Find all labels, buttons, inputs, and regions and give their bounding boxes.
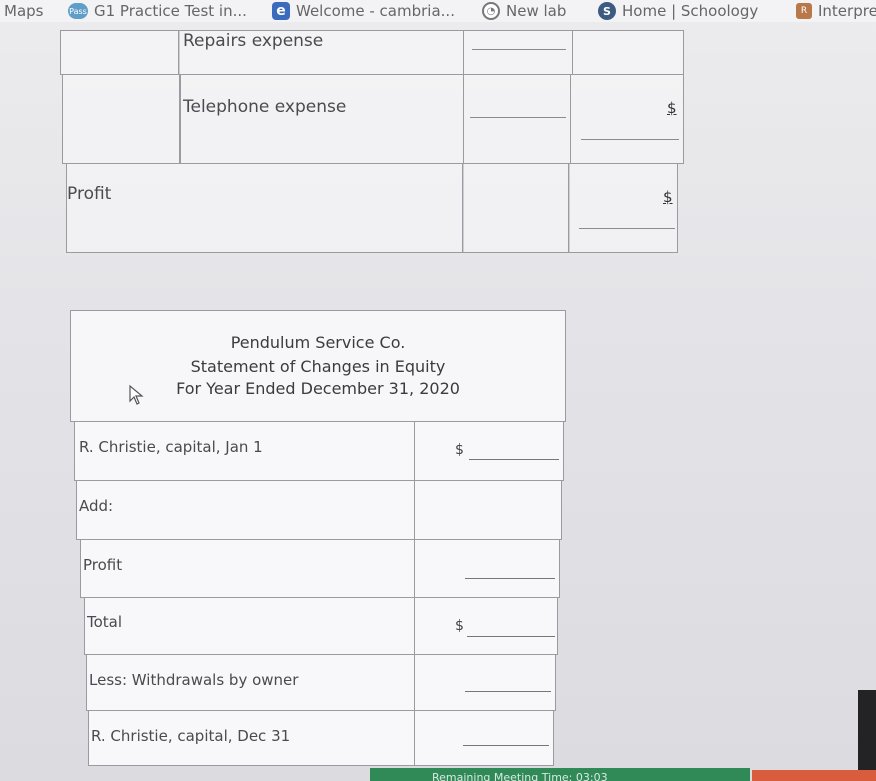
capital-jan1-input[interactable]: $ <box>414 421 564 481</box>
capital-jan1-dollar: $ <box>455 442 464 458</box>
pass-icon: Pass <box>68 3 88 19</box>
profit-equity-input[interactable] <box>414 539 560 598</box>
profit-total-input[interactable]: $ <box>568 163 678 253</box>
interpret-icon: R <box>796 3 812 19</box>
profit-label: Profit <box>67 184 112 204</box>
capital-dec31-label-cell: R. Christie, capital, Dec 31 <box>88 710 416 766</box>
bookmark-maps-label: Maps <box>4 2 44 20</box>
profit-equity-label-cell: Profit <box>80 539 416 598</box>
statement-title: Statement of Changes in Equity <box>190 357 446 376</box>
profit-total-dollar: $ <box>663 188 673 206</box>
telephone-total-input[interactable]: $ <box>570 74 684 164</box>
bookmark-welcome-label: Welcome - cambria... <box>296 2 455 20</box>
telephone-total-dollar: $ <box>667 99 677 117</box>
total-line <box>467 636 555 637</box>
bookmark-practice-test-label: G1 Practice Test in... <box>94 2 247 20</box>
repairs-expense-input[interactable] <box>463 30 573 75</box>
lab-icon: ◔ <box>482 2 500 20</box>
profit-total-line <box>579 228 675 229</box>
capital-dec31-label: R. Christie, capital, Dec 31 <box>91 727 291 745</box>
bookmarks-bar: Maps Pass G1 Practice Test in... e Welco… <box>0 0 876 22</box>
capital-dec31-line <box>463 745 549 746</box>
edu-icon: e <box>272 2 290 20</box>
withdrawals-input[interactable] <box>414 654 556 711</box>
mouse-cursor-icon <box>129 384 144 405</box>
profit-label-cell: Profit <box>66 163 464 253</box>
total-label: Total <box>87 613 123 631</box>
telephone-expense-line <box>470 117 566 118</box>
bookmark-interpret-label: Interpre <box>818 2 876 20</box>
income-row-telephone-blank <box>62 74 180 164</box>
bookmark-welcome[interactable]: e Welcome - cambria... <box>272 0 455 22</box>
income-row-repairs-label-cell: Repairs expense <box>178 30 464 75</box>
total-dollar: $ <box>455 618 464 634</box>
income-row-telephone-label-cell: Telephone expense <box>180 74 464 164</box>
add-value-cell <box>414 480 562 540</box>
leave-meeting-button[interactable] <box>752 770 876 781</box>
repairs-expense-label: Repairs expense <box>183 31 324 51</box>
company-name: Pendulum Service Co. <box>230 333 406 352</box>
add-label: Add: <box>79 497 114 515</box>
add-label-cell: Add: <box>76 480 416 540</box>
bookmark-schoology-label: Home | Schoology <box>622 2 759 20</box>
meeting-remaining-text: Remaining Meeting Time: 03:03 <box>432 771 608 781</box>
capital-jan1-line <box>469 459 559 460</box>
withdrawals-label-cell: Less: Withdrawals by owner <box>86 654 416 711</box>
bookmark-maps[interactable]: Maps <box>4 0 43 22</box>
profit-equity-line <box>465 578 555 579</box>
bookmark-interpret[interactable]: R Interpre <box>796 0 876 22</box>
schoology-icon: S <box>598 2 616 20</box>
total-label-cell: Total <box>84 597 416 655</box>
telephone-expense-input[interactable] <box>463 74 571 164</box>
repairs-total-cell <box>572 30 684 75</box>
total-input[interactable]: $ <box>414 597 558 655</box>
telephone-expense-label: Telephone expense <box>183 97 347 117</box>
profit-mid-cell <box>462 163 570 253</box>
telephone-total-line <box>581 139 679 140</box>
withdrawals-label: Less: Withdrawals by owner <box>89 671 299 689</box>
bookmark-schoology[interactable]: S Home | Schoology <box>598 0 758 22</box>
capital-jan1-label-cell: R. Christie, capital, Jan 1 <box>74 421 416 481</box>
income-row-repairs-blank <box>60 30 180 75</box>
bookmark-new-lab[interactable]: ◔ New lab <box>482 0 566 22</box>
capital-jan1-label: R. Christie, capital, Jan 1 <box>79 438 263 456</box>
capital-dec31-input[interactable] <box>414 710 554 766</box>
profit-equity-label: Profit <box>83 556 123 574</box>
bookmark-new-lab-label: New lab <box>506 2 567 20</box>
repairs-expense-line <box>472 49 566 50</box>
withdrawals-line <box>465 691 551 692</box>
device-edge <box>858 690 876 770</box>
bookmark-practice-test[interactable]: Pass G1 Practice Test in... <box>68 0 247 22</box>
